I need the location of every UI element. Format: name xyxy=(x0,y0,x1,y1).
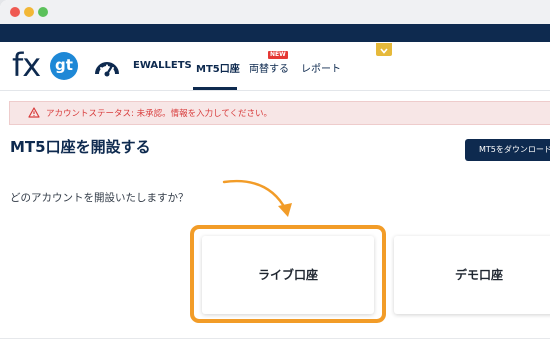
page-title: MT5口座を開設する xyxy=(10,138,151,156)
live-account-highlight xyxy=(190,225,386,323)
new-badge: NEW xyxy=(268,51,288,59)
account-question: どのアカウントを開設いたしますか？ xyxy=(10,192,189,204)
dashboard-gauge-icon[interactable] xyxy=(95,57,119,77)
nav-exchange[interactable]: 両替する xyxy=(249,60,289,75)
curved-arrow-icon xyxy=(222,179,292,217)
chevron-down-icon xyxy=(380,48,388,54)
fxgt-logo[interactable]: fx gt xyxy=(12,45,82,87)
dropdown-toggle[interactable] xyxy=(376,43,392,56)
alert-text: アカウントステータス: 未承認。情報を入力してください。 xyxy=(46,109,273,119)
account-status-alert: アカウントステータス: 未承認。情報を入力してください。 xyxy=(9,101,550,125)
demo-account-card[interactable]: デモ口座 xyxy=(394,236,550,314)
top-header-band xyxy=(0,24,550,42)
nav-mt5-account[interactable]: MT5口座 xyxy=(196,60,240,75)
maximize-window-button[interactable] xyxy=(38,7,48,17)
bottom-divider xyxy=(0,338,550,339)
main-navbar: fx gt EWALLETS MT5口座 NEW 両替する レポート xyxy=(0,42,550,91)
demo-account-label: デモ口座 xyxy=(454,268,503,282)
minimize-window-button[interactable] xyxy=(24,7,34,17)
logo-gt-badge: gt xyxy=(50,52,78,80)
window-titlebar xyxy=(0,0,550,24)
warning-icon xyxy=(28,107,40,118)
nav-report[interactable]: レポート xyxy=(301,60,341,75)
nav-active-indicator xyxy=(193,87,237,90)
nav-ewallets[interactable]: EWALLETS xyxy=(133,60,192,71)
close-window-button[interactable] xyxy=(10,7,20,17)
browser-window: fx gt EWALLETS MT5口座 NEW 両替する レポート アカウント… xyxy=(0,0,550,343)
download-mt5-button[interactable]: MT5をダウンロード xyxy=(465,139,550,161)
logo-fx-text: fx xyxy=(12,46,41,84)
